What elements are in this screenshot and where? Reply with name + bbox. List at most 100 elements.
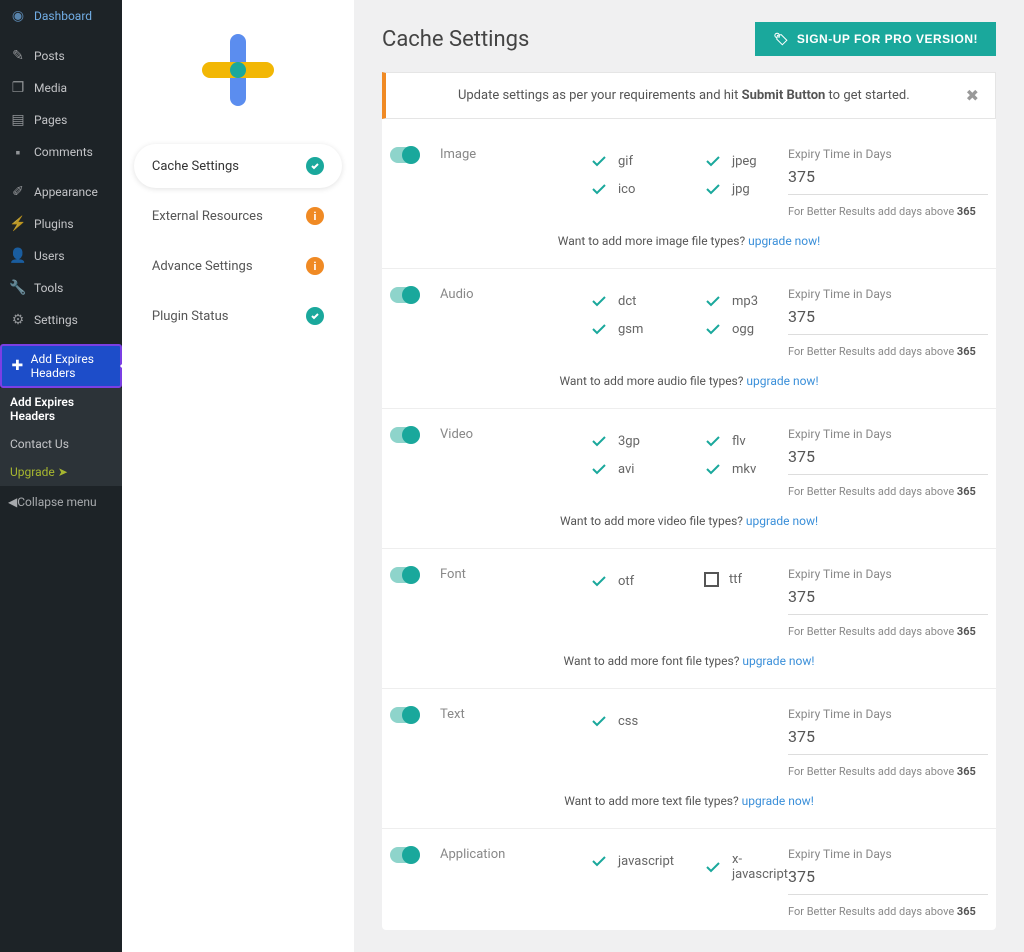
toggle-application[interactable]	[390, 847, 420, 863]
notice-text-post: to get started.	[825, 88, 909, 103]
menu-label: Settings	[34, 313, 78, 327]
filetype-label: jpg	[732, 182, 750, 197]
check-icon	[590, 180, 608, 198]
menu-add-expires-headers[interactable]: ✚ Add Expires Headers	[0, 344, 122, 388]
filetype-ttf[interactable]: ttf	[704, 567, 788, 592]
brush-icon: ✐	[8, 183, 28, 201]
page-title: Cache Settings	[382, 27, 529, 52]
filetype-gsm[interactable]: gsm	[590, 315, 674, 343]
more-types-row: Want to add more text file types? upgrad…	[382, 778, 996, 816]
expiry-hint: For Better Results add days above 365	[788, 485, 988, 498]
notice-dismiss[interactable]: ✖	[966, 86, 979, 105]
upgrade-link[interactable]: upgrade now!	[746, 374, 818, 388]
toggle-image[interactable]	[390, 147, 420, 163]
user-icon: 👤	[8, 247, 28, 265]
check-icon	[704, 180, 722, 198]
filetype-jpg[interactable]: jpg	[704, 175, 788, 203]
menu-plugins[interactable]: ⚡Plugins	[0, 208, 122, 240]
expiry-input[interactable]: 375	[788, 867, 988, 895]
menu-dashboard[interactable]: ◉Dashboard	[0, 0, 122, 32]
tab-advance-settings[interactable]: Advance Settingsi	[134, 244, 342, 288]
more-types-row: Want to add more audio file types? upgra…	[382, 358, 996, 396]
filetype-label: ttf	[729, 572, 742, 587]
menu-media[interactable]: ❐Media	[0, 72, 122, 104]
menu-label: Pages	[34, 113, 67, 127]
upgrade-link[interactable]: upgrade now!	[742, 794, 814, 808]
filetype-mp3[interactable]: mp3	[704, 287, 788, 315]
expiry-label: Expiry Time in Days	[788, 567, 988, 581]
tab-plugin-status[interactable]: Plugin Status	[134, 294, 342, 338]
section-label: Audio	[440, 287, 590, 358]
menu-label: Tools	[34, 281, 63, 295]
plug-icon: ⚡	[8, 215, 28, 233]
check-icon	[704, 858, 722, 876]
notice-bar: Update settings as per your requirements…	[382, 72, 996, 119]
filetype-label: gif	[618, 154, 633, 169]
filetype-x-javascript[interactable]: x-javascript	[704, 847, 788, 887]
expiry-input[interactable]: 375	[788, 167, 988, 195]
filetype-javascript[interactable]: javascript	[590, 847, 674, 875]
filetype-label: otf	[618, 574, 634, 589]
filetype-jpeg[interactable]: jpeg	[704, 147, 788, 175]
expiry-label: Expiry Time in Days	[788, 287, 988, 301]
toggle-video[interactable]	[390, 427, 420, 443]
filetype-gif[interactable]: gif	[590, 147, 674, 175]
toggle-font[interactable]	[390, 567, 420, 583]
filetype-flv[interactable]: flv	[704, 427, 788, 455]
tab-label: Plugin Status	[152, 309, 229, 324]
tab-label: Advance Settings	[152, 259, 253, 274]
filetype-ogg[interactable]: ogg	[704, 315, 788, 343]
info-badge-icon: i	[306, 207, 324, 225]
menu-posts[interactable]: ✎Posts	[0, 40, 122, 72]
media-icon: ❐	[8, 79, 28, 97]
menu-tools[interactable]: 🔧Tools	[0, 272, 122, 304]
check-icon	[590, 572, 608, 590]
filetype-label: x-javascript	[732, 852, 788, 882]
more-types-row: Want to add more video file types? upgra…	[382, 498, 996, 536]
check-icon	[590, 320, 608, 338]
section-label: Text	[440, 707, 590, 778]
menu-settings[interactable]: ⚙Settings	[0, 304, 122, 336]
filetype-ico[interactable]: ico	[590, 175, 674, 203]
menu-pages[interactable]: ▤Pages	[0, 104, 122, 136]
menu-appearance[interactable]: ✐Appearance	[0, 176, 122, 208]
upgrade-link[interactable]: upgrade now!	[748, 234, 820, 248]
filetype-otf[interactable]: otf	[590, 567, 674, 595]
submenu-contact[interactable]: Contact Us	[0, 430, 122, 458]
signup-pro-button[interactable]: 🏷 SIGN-UP FOR PRO VERSION!	[755, 22, 996, 56]
pro-button-label: SIGN-UP FOR PRO VERSION!	[797, 32, 978, 46]
expiry-label: Expiry Time in Days	[788, 427, 988, 441]
expiry-hint: For Better Results add days above 365	[788, 765, 988, 778]
expiry-input[interactable]: 375	[788, 307, 988, 335]
more-text: Want to add more audio file types?	[559, 374, 746, 388]
upgrade-link[interactable]: upgrade now!	[742, 654, 814, 668]
upgrade-link[interactable]: upgrade now!	[746, 514, 818, 528]
submenu-upgrade[interactable]: Upgrade ➤	[0, 458, 122, 486]
toggle-text[interactable]	[390, 707, 420, 723]
more-text: Want to add more video file types?	[560, 514, 746, 528]
submenu-main[interactable]: Add Expires Headers	[0, 388, 122, 430]
expiry-input[interactable]: 375	[788, 447, 988, 475]
menu-comments[interactable]: ▪Comments	[0, 136, 122, 168]
section-text: TextcssExpiry Time in Days375For Better …	[382, 689, 996, 829]
filetype-label: ico	[618, 182, 635, 197]
menu-label: Dashboard	[34, 9, 92, 23]
check-badge-icon	[306, 307, 324, 325]
menu-users[interactable]: 👤Users	[0, 240, 122, 272]
menu-label: Add Expires Headers	[31, 352, 112, 380]
toggle-audio[interactable]	[390, 287, 420, 303]
tab-cache-settings[interactable]: Cache Settings	[134, 144, 342, 188]
collapse-menu[interactable]: ◀Collapse menu	[0, 486, 122, 518]
tab-external-resources[interactable]: External Resourcesi	[134, 194, 342, 238]
expiry-input[interactable]: 375	[788, 727, 988, 755]
filetype-3gp[interactable]: 3gp	[590, 427, 674, 455]
checkbox-empty-icon	[704, 572, 719, 587]
filetype-mkv[interactable]: mkv	[704, 455, 788, 483]
filetype-avi[interactable]: avi	[590, 455, 674, 483]
expiry-input[interactable]: 375	[788, 587, 988, 615]
filetype-dct[interactable]: dct	[590, 287, 674, 315]
filetype-css[interactable]: css	[590, 707, 788, 735]
filetype-label: avi	[618, 462, 634, 477]
section-label: Video	[440, 427, 590, 498]
check-icon	[590, 460, 608, 478]
